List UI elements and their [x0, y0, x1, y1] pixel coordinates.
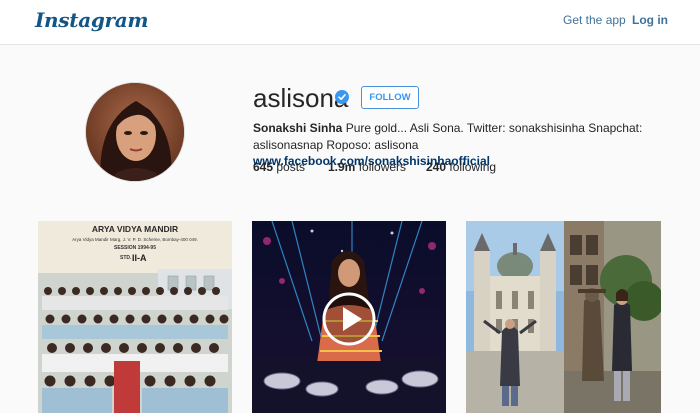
followers-stat[interactable]: 1.9m followers [328, 160, 406, 174]
post-tile-street-statue[interactable] [564, 221, 661, 413]
school-title: ARYA VIDYA MANDIR [92, 224, 178, 234]
follow-button[interactable]: FOLLOW [361, 86, 419, 109]
get-the-app-link[interactable]: Get the app [563, 13, 626, 27]
following-stat[interactable]: 240 following [426, 160, 496, 174]
school-std-label: STD. [120, 255, 132, 261]
post-tile-school-photo[interactable]: ARYA VIDYA MANDIR Arya Vidya Mandir Marg… [38, 221, 232, 413]
profile-full-name: Sonakshi Sinha [253, 121, 343, 135]
followers-label: followers [355, 160, 407, 174]
following-count: 240 [426, 160, 447, 174]
profile-avatar [85, 82, 185, 182]
verified-badge-icon [335, 90, 349, 104]
school-std-value: II-A [132, 253, 147, 263]
instagram-logo[interactable]: Instagram [35, 8, 149, 32]
followers-count: 1.9m [328, 160, 356, 174]
posts-count: 645 [253, 160, 274, 174]
posts-label: posts [273, 160, 306, 174]
school-address: Arya Vidya Mandir Marg, J. V. P. D. Sche… [72, 237, 198, 242]
post-tile-video[interactable] [252, 221, 446, 413]
post-tile-basilica[interactable] [466, 221, 564, 413]
top-bar: Instagram Get the app Log in [0, 0, 700, 45]
log-in-link[interactable]: Log in [632, 13, 668, 27]
following-label: following [446, 160, 497, 174]
posts-stat: 645 posts [253, 160, 305, 174]
school-session: SESSION 1994-95 [114, 245, 156, 251]
